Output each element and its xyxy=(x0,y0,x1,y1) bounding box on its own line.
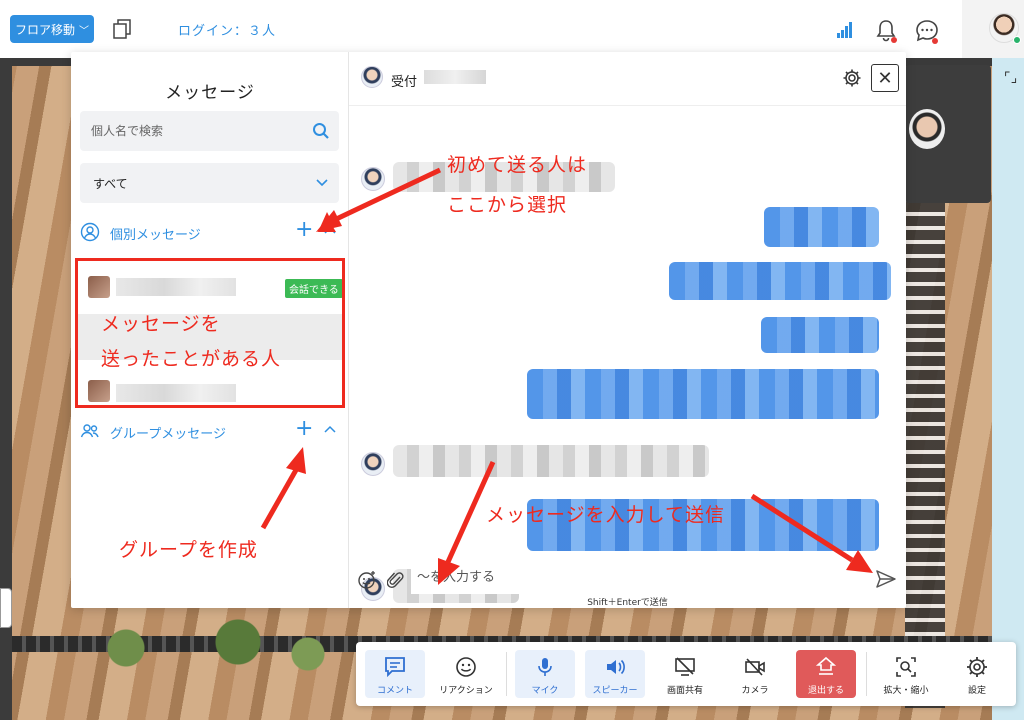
annotation-text: 送ったことがある人 xyxy=(101,348,282,370)
send-icon[interactable] xyxy=(875,568,897,590)
mic-icon xyxy=(538,658,552,676)
search-box xyxy=(80,111,339,151)
outgoing-message-blurred xyxy=(527,369,879,419)
exit-icon xyxy=(815,656,837,675)
copy-icon[interactable] xyxy=(113,19,131,39)
gear-icon xyxy=(967,657,987,677)
message-history xyxy=(349,107,906,603)
annotation-text: 初めて送る人は xyxy=(447,154,588,176)
chat-title: 受付 xyxy=(391,75,418,90)
annotation-text: グループを作成 xyxy=(119,539,258,561)
filter-value: すべて xyxy=(93,177,128,191)
reaction-button[interactable]: リアクション xyxy=(436,650,496,698)
login-count[interactable]: ログイン：３人 xyxy=(178,20,276,39)
bottom-toolbar: コメント リアクション マイク スピーカー 画面共有 カメラ 退出する 拡大・縮… xyxy=(356,642,1016,706)
gear-icon[interactable] xyxy=(842,68,862,88)
notification-dot xyxy=(932,38,938,44)
incoming-message-blurred xyxy=(393,445,709,477)
avatar xyxy=(361,66,383,88)
online-status-dot xyxy=(1013,36,1021,44)
settings-button[interactable]: 設定 xyxy=(947,650,1007,698)
speaker-button[interactable]: スピーカー xyxy=(585,650,645,698)
group-section-header[interactable]: グループメッセージ + xyxy=(80,418,342,443)
map-window xyxy=(905,188,945,708)
map-outside xyxy=(992,58,1024,720)
comment-button[interactable]: コメント xyxy=(365,650,425,698)
message-composer: Shift＋Enterで送信 xyxy=(349,556,906,608)
avatar xyxy=(361,167,385,191)
user-icon xyxy=(80,222,100,242)
search-input[interactable] xyxy=(80,111,300,151)
exit-label: 退出する xyxy=(807,686,844,696)
zoom-label: 拡大・縮小 xyxy=(883,686,929,696)
signal-icon[interactable] xyxy=(836,22,852,38)
chevron-up-icon[interactable] xyxy=(323,223,337,237)
emoji-icon[interactable] xyxy=(357,570,377,590)
floor-move-label: フロア移動 xyxy=(14,22,75,37)
message-input[interactable] xyxy=(411,560,871,594)
annotation-text: メッセージを xyxy=(101,313,221,335)
chevron-down-icon: ﹀ xyxy=(79,25,89,37)
map-plants xyxy=(70,618,350,678)
speaker-icon xyxy=(607,659,625,675)
chevron-up-icon[interactable] xyxy=(323,422,337,436)
add-group-button[interactable]: + xyxy=(295,418,313,440)
search-icon[interactable] xyxy=(312,122,330,140)
annotation-text: メッセージを入力して送信 xyxy=(486,504,726,526)
chevron-down-icon xyxy=(316,179,328,187)
comment-label: コメント xyxy=(376,686,413,696)
camera-button[interactable]: カメラ xyxy=(725,650,785,698)
add-individual-button[interactable]: + xyxy=(295,219,313,241)
top-bar: フロア移動 ﹀ ログイン：３人 xyxy=(0,0,1024,58)
camera-label: カメラ xyxy=(741,686,769,696)
floor-move-button[interactable]: フロア移動 ﹀ xyxy=(10,15,94,43)
mic-label: マイク xyxy=(531,686,559,696)
comment-icon xyxy=(385,657,405,678)
screen-share-label: 画面共有 xyxy=(666,686,703,696)
speaker-label: スピーカー xyxy=(592,686,638,696)
notification-dot xyxy=(891,37,897,43)
mic-button[interactable]: マイク xyxy=(515,650,575,698)
individual-section-label: 個別メッセージ xyxy=(110,228,201,243)
zoom-button[interactable]: 拡大・縮小 xyxy=(876,650,936,698)
annotation-text: ここから選択 xyxy=(447,194,568,216)
outgoing-message-blurred xyxy=(761,317,879,353)
reaction-label: リアクション xyxy=(439,686,493,696)
screen-share-button[interactable]: 画面共有 xyxy=(655,650,715,698)
panel-title: メッセージ xyxy=(165,83,255,103)
send-hint: Shift＋Enterで送信 xyxy=(587,598,668,608)
group-icon xyxy=(80,424,99,438)
side-tab[interactable] xyxy=(0,588,12,628)
outgoing-message-blurred xyxy=(764,207,879,247)
chat-title-blurred xyxy=(424,70,486,84)
exit-button[interactable]: 退出する xyxy=(796,650,856,698)
close-icon: ✕ xyxy=(877,67,893,89)
smile-icon xyxy=(456,657,476,677)
toolbar-divider xyxy=(866,652,867,696)
close-button[interactable]: ✕ xyxy=(871,64,899,92)
chat-header: 受付 ✕ xyxy=(349,52,906,106)
avatar xyxy=(361,452,385,476)
toolbar-divider xyxy=(506,652,507,696)
video-tile[interactable] xyxy=(905,65,991,203)
group-section-label: グループメッセージ xyxy=(110,427,226,442)
individual-section-header[interactable]: 個別メッセージ + xyxy=(80,219,342,244)
participant-face xyxy=(909,109,945,149)
outgoing-message-blurred xyxy=(669,262,891,300)
conversation-sidebar: メッセージ すべて 個別メッセージ + xyxy=(71,52,349,608)
camera-off-icon xyxy=(745,658,765,676)
zoom-icon xyxy=(896,657,916,677)
fullscreen-icon[interactable]: ⌜⌟ xyxy=(1004,70,1017,86)
filter-select[interactable]: すべて xyxy=(80,163,339,203)
attachment-icon[interactable] xyxy=(387,570,405,590)
settings-label: 設定 xyxy=(967,686,986,696)
screen-share-off-icon xyxy=(675,657,695,676)
